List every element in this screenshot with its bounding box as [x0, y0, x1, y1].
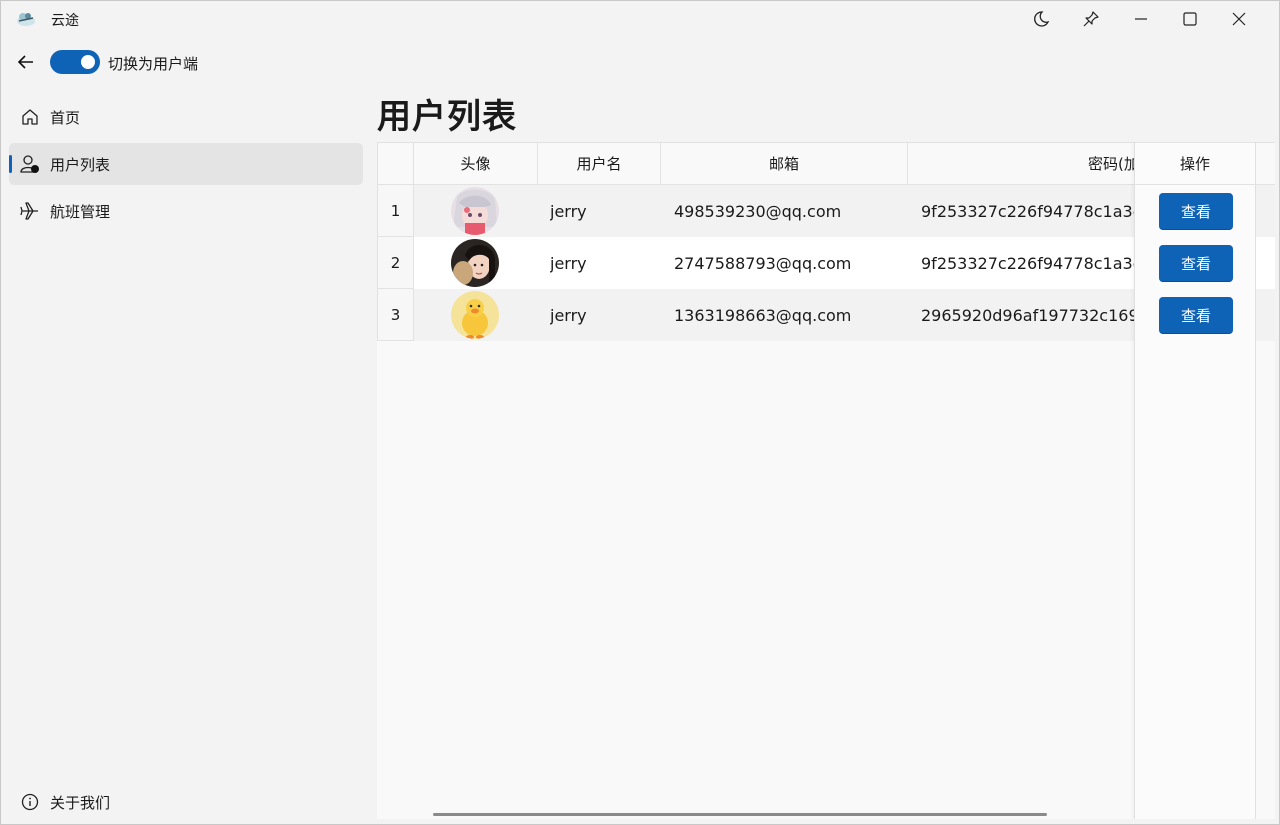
minimize-icon: [1135, 18, 1147, 20]
back-button[interactable]: [11, 48, 41, 76]
sidebar-item-about[interactable]: 关于我们: [9, 781, 363, 823]
corner-header: [377, 142, 414, 185]
email-cell: 2747588793@qq.com: [674, 253, 852, 273]
moon-icon: [1034, 11, 1050, 27]
view-button[interactable]: 查看: [1159, 193, 1233, 230]
page-title: 用户列表: [377, 97, 517, 137]
maximize-button[interactable]: [1166, 1, 1214, 37]
username-cell: jerry: [550, 201, 587, 221]
row-number: 1: [377, 185, 414, 237]
anime-girl-avatar: [451, 187, 499, 235]
window-title: 云途: [51, 13, 79, 29]
photo-avatar: [451, 239, 499, 287]
view-button[interactable]: 查看: [1159, 297, 1233, 334]
back-arrow-icon: [17, 55, 33, 69]
app-window: 云途 切换为用户端 首页 用户列表 航班管理 关于我们 用户列表 头像 用户名 …: [0, 0, 1280, 825]
password-cell: 9f253327c226f94778c1a3cd: [921, 201, 1134, 221]
password-cell: 2965920d96af197732c16930: [921, 305, 1134, 325]
main-content: 用户列表 头像 用户名 邮箱 密码(加密) 1 jerry 498539230@…: [377, 85, 1275, 819]
sidebar-item-label: 首页: [50, 108, 81, 127]
user-table: 头像 用户名 邮箱 密码(加密) 1 jerry 498539230@qq.co…: [377, 142, 1275, 819]
title-bar: 云途: [1, 1, 1279, 37]
home-icon: [20, 107, 40, 127]
username-cell: jerry: [550, 253, 587, 273]
maximize-icon: [1183, 12, 1197, 26]
sidebar-item-label: 用户列表: [50, 155, 111, 174]
app-logo-icon: [17, 13, 35, 26]
sidebar-item-label: 航班管理: [50, 202, 111, 221]
username-cell: jerry: [550, 305, 587, 325]
column-header-avatar[interactable]: 头像: [414, 142, 538, 185]
sidebar-item-users[interactable]: 用户列表: [9, 143, 363, 185]
sidebar-item-home[interactable]: 首页: [9, 96, 363, 138]
user-mode-toggle[interactable]: [50, 50, 100, 74]
column-header-action[interactable]: 操作: [1135, 142, 1255, 185]
close-button[interactable]: [1215, 1, 1263, 37]
password-cell: 9f253327c226f94778c1a3cd: [921, 253, 1134, 273]
view-button[interactable]: 查看: [1159, 245, 1233, 282]
pin-button[interactable]: [1067, 1, 1115, 37]
toggle-label: 切换为用户端: [108, 55, 199, 73]
close-icon: [1232, 12, 1246, 26]
row-number: 3: [377, 289, 414, 341]
sidebar-item-flights[interactable]: 航班管理: [9, 190, 363, 232]
duck-avatar: [451, 291, 499, 339]
user-list-icon: [20, 154, 40, 174]
theme-toggle-button[interactable]: [1017, 1, 1065, 37]
airplane-icon: [20, 201, 40, 221]
info-icon: [20, 792, 40, 812]
action-column: 操作 查看 查看 查看: [1134, 142, 1256, 819]
email-cell: 498539230@qq.com: [674, 201, 842, 221]
column-header-username[interactable]: 用户名: [538, 142, 661, 185]
sidebar-item-label: 关于我们: [50, 793, 111, 812]
pin-icon: [1083, 11, 1099, 27]
horizontal-scrollbar[interactable]: [433, 813, 1047, 816]
email-cell: 1363198663@qq.com: [674, 305, 852, 325]
minimize-button[interactable]: [1117, 1, 1165, 37]
row-number: 2: [377, 237, 414, 289]
column-header-email[interactable]: 邮箱: [661, 142, 908, 185]
